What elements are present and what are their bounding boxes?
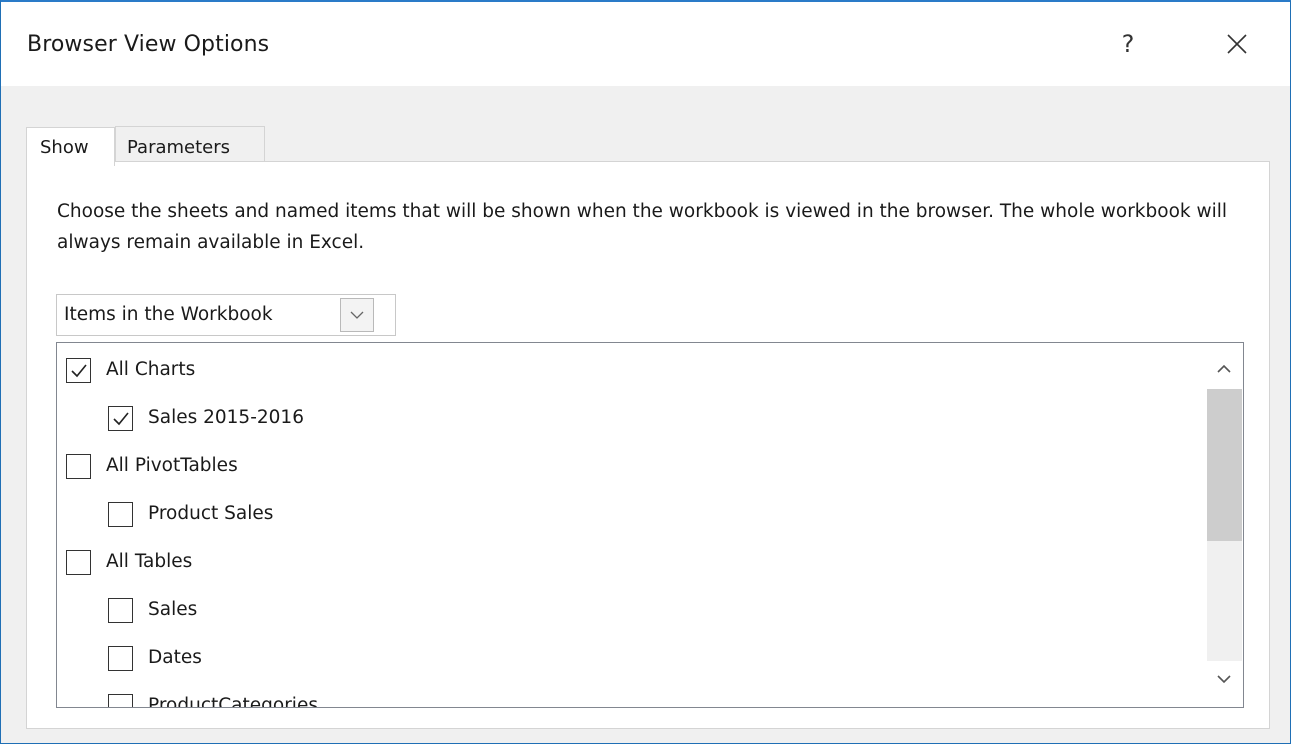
dropdown-selected-value: Items in the Workbook [64, 304, 273, 325]
browser-view-options-dialog: Browser View Options ? Show Parameters C… [0, 0, 1291, 744]
chevron-down-icon [1217, 675, 1231, 684]
items-list[interactable]: All Charts Sales 2015-2016 All PivotTabl… [56, 342, 1244, 708]
chevron-up-icon [1217, 364, 1231, 373]
list-item-label: All PivotTables [106, 455, 238, 476]
checkbox-product-sales[interactable] [108, 502, 133, 527]
tab-show[interactable]: Show [26, 127, 115, 166]
checkbox-all-pivottables[interactable] [66, 454, 91, 479]
list-item-label: All Tables [106, 551, 193, 572]
chevron-down-icon [350, 311, 364, 319]
close-icon [1227, 34, 1247, 54]
title-bar: Browser View Options ? [1, 2, 1290, 86]
checkbox-all-tables[interactable] [66, 550, 91, 575]
vertical-scrollbar[interactable] [1205, 343, 1243, 707]
list-item-label: Sales [148, 599, 198, 620]
dialog-body: Show Parameters Choose the sheets and na… [1, 86, 1290, 743]
check-icon [71, 364, 87, 378]
dialog-title: Browser View Options [27, 32, 270, 57]
list-item-label: Sales 2015-2016 [148, 407, 304, 428]
items-filter-dropdown[interactable]: Items in the Workbook [56, 294, 396, 336]
check-icon [113, 412, 129, 426]
scroll-up-button[interactable] [1205, 351, 1243, 389]
help-button[interactable]: ? [1113, 24, 1143, 64]
list-item-label: All Charts [106, 359, 196, 380]
tab-parameters[interactable]: Parameters [115, 126, 265, 162]
close-button[interactable] [1217, 24, 1257, 64]
show-tab-panel: Choose the sheets and named items that w… [26, 161, 1270, 729]
list-item-label: Dates [148, 647, 202, 668]
checkbox-sales[interactable] [108, 598, 133, 623]
checkbox-product-categories[interactable] [108, 694, 133, 707]
list-item-label: Product Sales [148, 503, 274, 524]
list-item-label: ProductCategories [148, 695, 318, 708]
panel-description: Choose the sheets and named items that w… [57, 201, 1228, 253]
checkbox-dates[interactable] [108, 646, 133, 671]
dropdown-toggle-button[interactable] [340, 298, 374, 332]
scroll-thumb[interactable] [1207, 389, 1242, 541]
checkbox-all-charts[interactable] [66, 358, 91, 383]
checkbox-sales-2015-2016[interactable] [108, 406, 133, 431]
scroll-down-button[interactable] [1205, 661, 1243, 699]
